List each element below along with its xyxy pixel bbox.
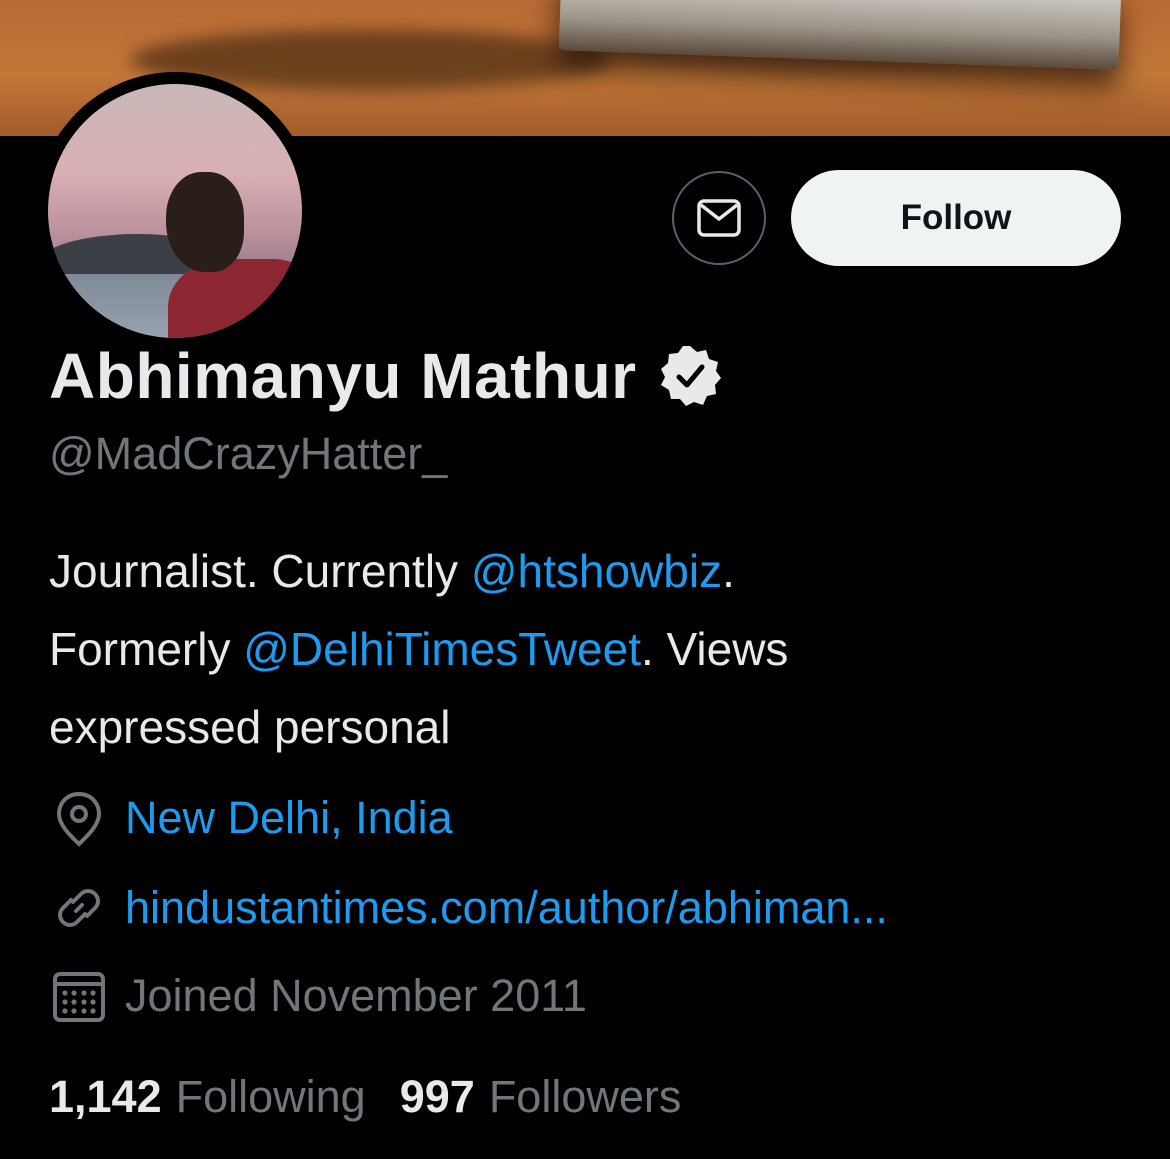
profile-name: Abhimanyu Mathur <box>49 340 637 412</box>
bio-mention-htshowbiz[interactable]: @htshowbiz <box>471 545 722 597</box>
message-button[interactable] <box>672 171 766 265</box>
followers-link[interactable]: 997 Followers <box>400 1071 682 1123</box>
verified-badge-icon[interactable] <box>657 343 723 409</box>
profile-joined: Joined November 2011 <box>49 966 587 1026</box>
follow-stats: 1,142 Following 997 Followers <box>49 1064 681 1130</box>
website-link[interactable]: hindustantimes.com/author/abhiman... <box>125 882 888 934</box>
joined-text: Joined November 2011 <box>125 970 587 1021</box>
bio-text: Journalist. Currently <box>49 545 471 597</box>
envelope-icon <box>697 199 741 237</box>
bio-text: . Views <box>641 623 789 675</box>
avatar[interactable] <box>48 84 302 338</box>
avatar-shirt <box>168 259 302 338</box>
location-pin-icon <box>56 791 102 847</box>
profile-bio: Journalist. Currently @htshowbiz. Former… <box>49 532 1109 766</box>
calendar-icon <box>53 972 105 1022</box>
profile-name-row: Abhimanyu Mathur <box>49 334 723 418</box>
follow-button[interactable]: Follow <box>791 170 1121 266</box>
bio-text: Formerly <box>49 623 244 675</box>
following-count: 1,142 <box>49 1071 162 1122</box>
following-label: Following <box>175 1071 366 1122</box>
followers-label: Followers <box>488 1071 682 1122</box>
bio-mention-delhitimes[interactable]: @DelhiTimesTweet <box>243 623 641 675</box>
banner-book <box>558 0 1122 70</box>
follow-button-label: Follow <box>900 198 1012 237</box>
avatar-head <box>166 172 244 272</box>
following-link[interactable]: 1,142 Following <box>49 1071 366 1123</box>
profile-location: New Delhi, India <box>49 788 453 848</box>
bio-text: expressed personal <box>49 701 451 753</box>
link-icon <box>58 889 100 927</box>
location-text[interactable]: New Delhi, India <box>125 792 453 844</box>
profile-website: hindustantimes.com/author/abhiman... <box>49 878 888 938</box>
profile-handle: @MadCrazyHatter_ <box>49 428 448 479</box>
followers-count: 997 <box>399 1071 475 1122</box>
bio-text: . <box>722 545 735 597</box>
